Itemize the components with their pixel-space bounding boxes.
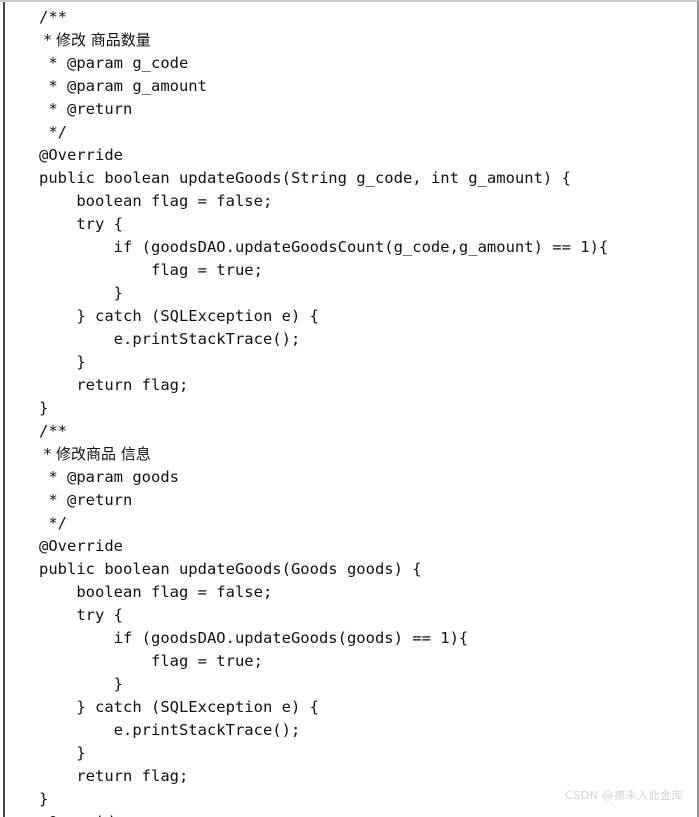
code-line: @Override — [39, 146, 123, 164]
code-line: } — [39, 353, 86, 371]
code-line: return flag; — [39, 376, 189, 394]
code-line: * @return — [39, 491, 133, 509]
code-line: if (goodsDAO.updateGoodsCount(g_code,g_a… — [39, 238, 609, 256]
code-block[interactable]: /** * 修改 商品数量 * @param g_code * @param g… — [0, 2, 697, 817]
code-line: /** — [39, 422, 67, 440]
code-line: } — [39, 744, 86, 762]
code-line: * 修改商品 信息 — [39, 445, 151, 463]
code-line: public boolean updateGoods(Goods goods) … — [39, 560, 422, 578]
code-line: * @param g_code — [39, 54, 189, 72]
code-line: boolean flag = false; — [39, 192, 273, 210]
csdn-watermark: CSDN @撩未入此金库 — [565, 789, 683, 802]
code-line: e.printStackTrace(); — [39, 721, 301, 739]
code-snippet-frame: /** * 修改 商品数量 * @param g_code * @param g… — [0, 0, 699, 817]
code-line: * @return — [39, 100, 133, 118]
code-line: } — [39, 399, 49, 417]
code-line: } catch (SQLException e) { — [39, 698, 319, 716]
code-line: @Override — [39, 537, 123, 555]
code-line: public boolean updateGoods(String g_code… — [39, 169, 571, 187]
code-line: */ — [39, 123, 67, 141]
code-line: * @param goods — [39, 468, 179, 486]
code-line: boolean flag = false; — [39, 583, 273, 601]
code-line: flag = true; — [39, 652, 263, 670]
code-line: } — [39, 675, 123, 693]
code-line: try { — [39, 215, 123, 233]
code-line: * @param g_amount — [39, 77, 207, 95]
code-line: */ — [39, 514, 67, 532]
code-line: try { — [39, 606, 123, 624]
code-line: e.printStackTrace(); — [39, 330, 301, 348]
code-line: /** — [39, 8, 67, 26]
code-line: * 修改 商品数量 — [39, 31, 151, 49]
code-line: if (goodsDAO.updateGoods(goods) == 1){ — [39, 629, 469, 647]
code-line: flag = true; — [39, 261, 263, 279]
code-line: return flag; — [39, 767, 189, 785]
code-line: } catch (SQLException e) { — [39, 307, 319, 325]
code-line: @Override — [0, 811, 697, 817]
code-line: } — [39, 284, 123, 302]
